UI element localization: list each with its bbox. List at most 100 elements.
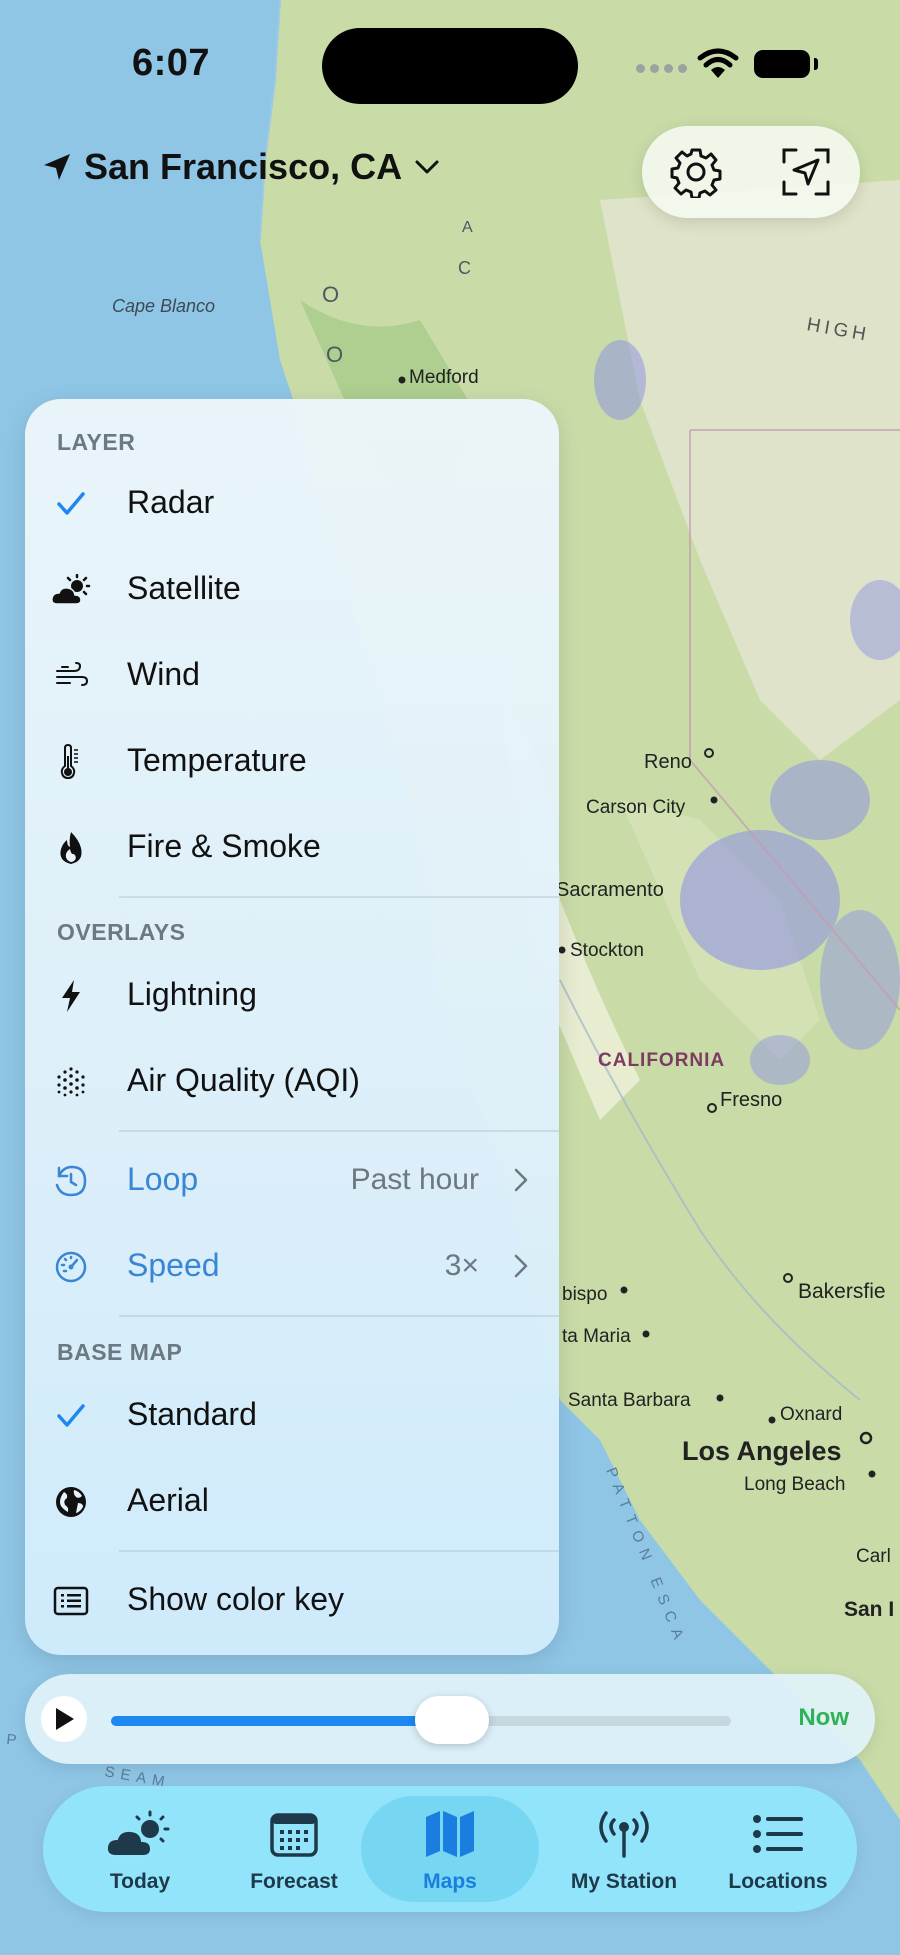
menu-divider	[119, 1315, 559, 1317]
map-label: bispo	[562, 1284, 607, 1305]
map-label: Santa Barbara	[568, 1390, 691, 1411]
map-label: Bakersfie	[798, 1280, 886, 1303]
bolt-icon	[62, 980, 80, 1012]
map-icon	[426, 1811, 474, 1857]
map-label: Sacramento	[556, 879, 664, 901]
speedometer-icon	[55, 1251, 87, 1283]
map-label: Carl	[856, 1546, 891, 1567]
location-name: San Francisco, CA	[84, 146, 403, 187]
map-label: Cape Blanco	[112, 296, 215, 316]
menu-item-label: Speed	[127, 1247, 220, 1283]
menu-item-speed[interactable]: Speed 3×	[25, 1227, 559, 1307]
map-label: A	[462, 219, 473, 236]
menu-item-air-quality[interactable]: Air Quality (AQI)	[25, 1042, 559, 1122]
tab-locations[interactable]: Locations	[703, 1786, 853, 1912]
map-label: C	[458, 258, 471, 278]
menu-item-temperature[interactable]: Temperature	[25, 722, 559, 802]
antenna-icon	[599, 1811, 649, 1858]
menu-item-label: Lightning	[127, 976, 257, 1012]
list-card-icon	[53, 1586, 89, 1616]
cloud-sun-icon	[51, 574, 91, 605]
loop-value: Past hour	[350, 1163, 479, 1196]
map-label: Long Beach	[744, 1474, 845, 1495]
menu-item-radar[interactable]: Radar	[25, 464, 559, 544]
tab-bar: Today Forecast Maps My Station Locations	[43, 1786, 857, 1912]
menu-item-label: Show color key	[127, 1581, 344, 1617]
menu-item-wind[interactable]: Wind	[25, 636, 559, 716]
tab-label: Maps	[423, 1870, 477, 1893]
menu-item-fire-smoke[interactable]: Fire & Smoke	[25, 808, 559, 888]
tab-label: Locations	[728, 1870, 828, 1893]
gear-icon	[670, 148, 722, 198]
chevron-down-icon	[415, 160, 439, 174]
dynamic-island	[322, 28, 578, 104]
map-label: ta Maria	[562, 1326, 631, 1347]
menu-item-label: Standard	[127, 1396, 257, 1432]
menu-item-label: Radar	[127, 484, 215, 520]
now-label[interactable]: Now	[798, 1704, 849, 1732]
menu-item-label: Temperature	[127, 742, 307, 778]
menu-item-label: Fire & Smoke	[127, 828, 321, 864]
status-bar: 6:07	[0, 0, 900, 130]
location-viewfinder-icon	[782, 148, 830, 196]
timeline-track[interactable]	[111, 1696, 731, 1744]
tab-forecast[interactable]: Forecast	[219, 1786, 369, 1912]
checkmark-icon	[57, 1404, 85, 1427]
flame-icon	[60, 832, 82, 864]
status-time: 6:07	[132, 42, 211, 84]
chevron-right-icon	[514, 1254, 528, 1278]
tab-label: Forecast	[250, 1870, 338, 1893]
map-controls	[642, 126, 860, 218]
menu-item-show-color-key[interactable]: Show color key	[25, 1561, 559, 1641]
checkmark-icon	[57, 492, 85, 515]
section-header-overlays: OVERLAYS	[57, 919, 186, 945]
map-label: San I	[844, 1598, 894, 1621]
timeline-progress	[111, 1716, 452, 1726]
tab-maps[interactable]: Maps	[361, 1796, 539, 1902]
map-label: Carson City	[586, 797, 686, 818]
play-icon	[56, 1708, 74, 1730]
menu-divider	[119, 1130, 559, 1132]
recenter-button[interactable]	[778, 144, 834, 200]
location-arrow-icon	[44, 154, 70, 180]
layer-menu: LAYER Radar Satellite Wind Temperature F…	[25, 399, 559, 1655]
list-icon	[753, 1815, 803, 1853]
map-label: Stockton	[570, 940, 644, 961]
menu-item-lightning[interactable]: Lightning	[25, 956, 559, 1036]
map-label: Medford	[409, 367, 479, 388]
map-label: CALIFORNIA	[598, 1050, 725, 1071]
speed-value: 3×	[444, 1249, 479, 1282]
menu-item-label: Wind	[127, 656, 200, 692]
calendar-icon	[270, 1813, 318, 1857]
map-label: Reno	[644, 751, 692, 773]
tab-my-station[interactable]: My Station	[549, 1786, 699, 1912]
map-label: O	[322, 282, 339, 307]
menu-divider	[119, 1550, 559, 1552]
wind-icon	[56, 662, 88, 686]
map-label: Los Angeles	[682, 1436, 842, 1466]
menu-item-label: Satellite	[127, 570, 241, 606]
menu-item-loop[interactable]: Loop Past hour	[25, 1141, 559, 1221]
location-selector[interactable]: San Francisco, CA	[42, 146, 440, 188]
cellular-signal-icon	[636, 64, 687, 73]
settings-button[interactable]	[668, 144, 724, 200]
menu-item-standard[interactable]: Standard	[25, 1376, 559, 1456]
map-label: Oxnard	[780, 1404, 842, 1425]
menu-item-satellite[interactable]: Satellite	[25, 550, 559, 630]
tab-label: Today	[109, 1870, 171, 1893]
cloud-sun-icon	[105, 1810, 170, 1857]
section-header-layer: LAYER	[57, 429, 136, 455]
map-label: P	[6, 1731, 24, 1750]
menu-item-label: Air Quality (AQI)	[127, 1062, 360, 1098]
tab-label: My Station	[570, 1870, 678, 1893]
play-button[interactable]	[41, 1696, 87, 1742]
timeline-thumb[interactable]	[415, 1696, 489, 1744]
battery-tip	[814, 58, 818, 70]
globe-icon	[56, 1487, 86, 1517]
map-label: Fresno	[720, 1089, 782, 1111]
dots-icon	[57, 1067, 85, 1097]
tab-today[interactable]: Today	[65, 1786, 215, 1912]
menu-item-aerial[interactable]: Aerial	[25, 1462, 559, 1542]
chevron-right-icon	[514, 1168, 528, 1192]
clock-arrow-icon	[55, 1165, 87, 1197]
